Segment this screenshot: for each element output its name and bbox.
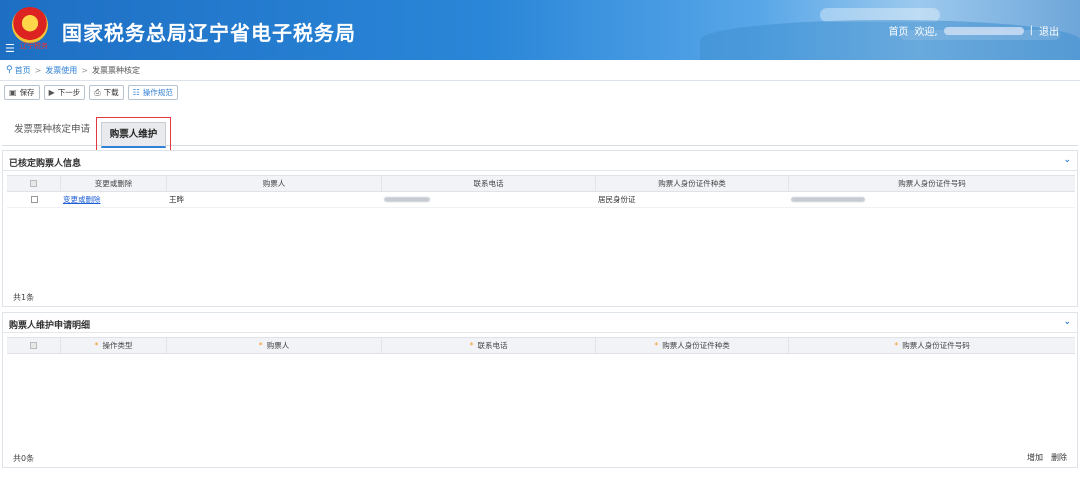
column-header: 变更或删除	[61, 176, 167, 191]
breadcrumb-sep: >	[34, 65, 42, 75]
nav-separator: |	[1029, 25, 1033, 36]
panel-title-text: 购票人维护申请明细	[9, 321, 91, 331]
save-button[interactable]: ▣ 保存	[4, 85, 40, 100]
logout-link[interactable]: 退出	[1039, 23, 1059, 38]
next-label: 下一步	[57, 88, 81, 97]
column-header-text: 购票人	[266, 341, 290, 350]
column-header-text: 操作类型	[102, 341, 133, 350]
column-header: 联系电话	[382, 176, 596, 191]
breadcrumb-invoice-use[interactable]: 发票使用	[45, 65, 77, 76]
required-mark: *	[258, 341, 263, 350]
menu-icon[interactable]: ☰	[5, 42, 15, 55]
tab-invoice-type-application[interactable]: 发票票种核定申请	[14, 121, 90, 135]
row-action-cell: 变更或删除	[61, 192, 167, 207]
column-header-text: 购票人身份证件种类	[662, 341, 730, 350]
panel-title: 购票人维护申请明细 ⌄	[3, 313, 1077, 333]
next-icon: ▶	[48, 88, 55, 97]
column-header: 购票人	[167, 176, 382, 191]
buyer-maintenance-detail-panel: 购票人维护申请明细 ⌄ * 操作类型 * 购票人 * 联系电话 * 购票人身份证件种类 …	[2, 312, 1078, 468]
table-header-row: * 操作类型 * 购票人 * 联系电话 * 购票人身份证件种类 * 购票人身份证件号码	[7, 337, 1075, 354]
guide-icon: ☷	[132, 88, 140, 97]
column-header-text: 购票人身份证件号码	[902, 341, 970, 350]
breadcrumb-sep: >	[81, 65, 88, 75]
select-all-cell	[7, 176, 61, 191]
column-header: * 购票人	[167, 338, 382, 353]
column-header: * 操作类型	[61, 338, 167, 353]
username-redacted	[943, 26, 1024, 35]
id-number-cell	[789, 192, 1075, 207]
guide-button[interactable]: ☷ 操作规范	[127, 85, 178, 100]
column-header: * 联系电话	[382, 338, 596, 353]
panel-title: 已核定购票人信息 ⌄	[3, 151, 1077, 171]
chevron-down-icon[interactable]: ⌄	[1063, 317, 1071, 327]
header-nav: 首页 欢迎, | 退出	[885, 23, 1062, 38]
maintenance-detail-table: * 操作类型 * 购票人 * 联系电话 * 购票人身份证件种类 * 购票人身份证件号码	[7, 337, 1075, 354]
site-header: 辽宁税务 国家税务总局辽宁省电子税务局 ☰ 首页 欢迎, | 退出	[0, 0, 1080, 60]
nav-welcome-text: 欢迎,	[914, 27, 938, 38]
download-icon: ⎙	[94, 87, 101, 97]
approved-buyers-panel: 已核定购票人信息 ⌄ 变更或删除 购票人 联系电话 购票人身份证件种类 购票人身…	[2, 150, 1078, 307]
approved-buyers-table: 变更或删除 购票人 联系电话 购票人身份证件种类 购票人身份证件号码 变更或删除…	[7, 175, 1075, 208]
breadcrumb-home[interactable]: 首页	[15, 65, 31, 76]
required-mark: *	[469, 341, 474, 350]
site-title: 国家税务总局辽宁省电子税务局	[62, 21, 356, 45]
row-checkbox[interactable]	[30, 196, 38, 203]
nav-home-link[interactable]: 首页	[888, 23, 908, 38]
save-label: 保存	[19, 88, 35, 97]
required-mark: *	[654, 341, 659, 350]
guide-label: 操作规范	[142, 88, 173, 97]
add-button[interactable]: 增加	[1027, 452, 1043, 463]
save-icon: ▣	[9, 88, 17, 97]
required-mark: *	[94, 341, 99, 350]
chevron-down-icon[interactable]: ⌄	[1063, 155, 1071, 165]
column-header-text: 联系电话	[477, 341, 508, 350]
record-count: 共1条	[13, 293, 35, 302]
tab-buyer-maintenance[interactable]: 购票人维护	[101, 122, 166, 148]
id-number-redacted	[791, 197, 865, 202]
buyer-cell: 王晔	[169, 195, 184, 204]
tab-highlight-box: 购票人维护	[96, 117, 171, 153]
table-row: 变更或删除 王晔 居民身份证	[7, 192, 1075, 208]
phone-redacted	[384, 197, 430, 202]
panel-title-text: 已核定购票人信息	[9, 159, 82, 169]
download-button[interactable]: ⎙ 下载	[89, 85, 124, 100]
id-type-cell: 居民身份证	[598, 195, 636, 204]
record-count: 共0条	[13, 454, 35, 463]
breadcrumb-current: 发票票种核定	[92, 65, 140, 75]
column-header: * 购票人身份证件种类	[596, 338, 789, 353]
table-header-row: 变更或删除 购票人 联系电话 购票人身份证件种类 购票人身份证件号码	[7, 175, 1075, 192]
next-step-button[interactable]: ▶ 下一步	[43, 85, 86, 100]
download-label: 下载	[103, 88, 119, 97]
tab-bar: 发票票种核定申请 购票人维护	[2, 104, 1078, 153]
row-select-cell	[7, 192, 61, 207]
select-all-checkbox[interactable]	[30, 180, 37, 187]
breadcrumb: ⚲ 首页 > 发票使用 > 发票票种核定	[0, 60, 1080, 81]
seal-text: 辽宁税务	[20, 42, 48, 50]
row-actions: 增加 删除	[1027, 452, 1067, 463]
tax-emblem-icon	[12, 7, 48, 43]
column-header: 购票人身份证件号码	[898, 179, 966, 188]
toolbar: ▣ 保存 ▶ 下一步 ⎙ 下载 ☷ 操作规范	[4, 85, 178, 100]
required-mark: *	[894, 341, 899, 350]
delete-button[interactable]: 删除	[1051, 452, 1067, 463]
column-header: * 购票人身份证件号码	[789, 338, 1075, 353]
pin-icon: ⚲	[6, 65, 13, 75]
select-all-cell	[7, 338, 61, 353]
select-all-checkbox[interactable]	[30, 342, 37, 349]
column-header: 购票人身份证件种类	[596, 176, 789, 191]
phone-cell	[382, 192, 596, 207]
modify-or-delete-link[interactable]: 变更或删除	[63, 194, 101, 205]
